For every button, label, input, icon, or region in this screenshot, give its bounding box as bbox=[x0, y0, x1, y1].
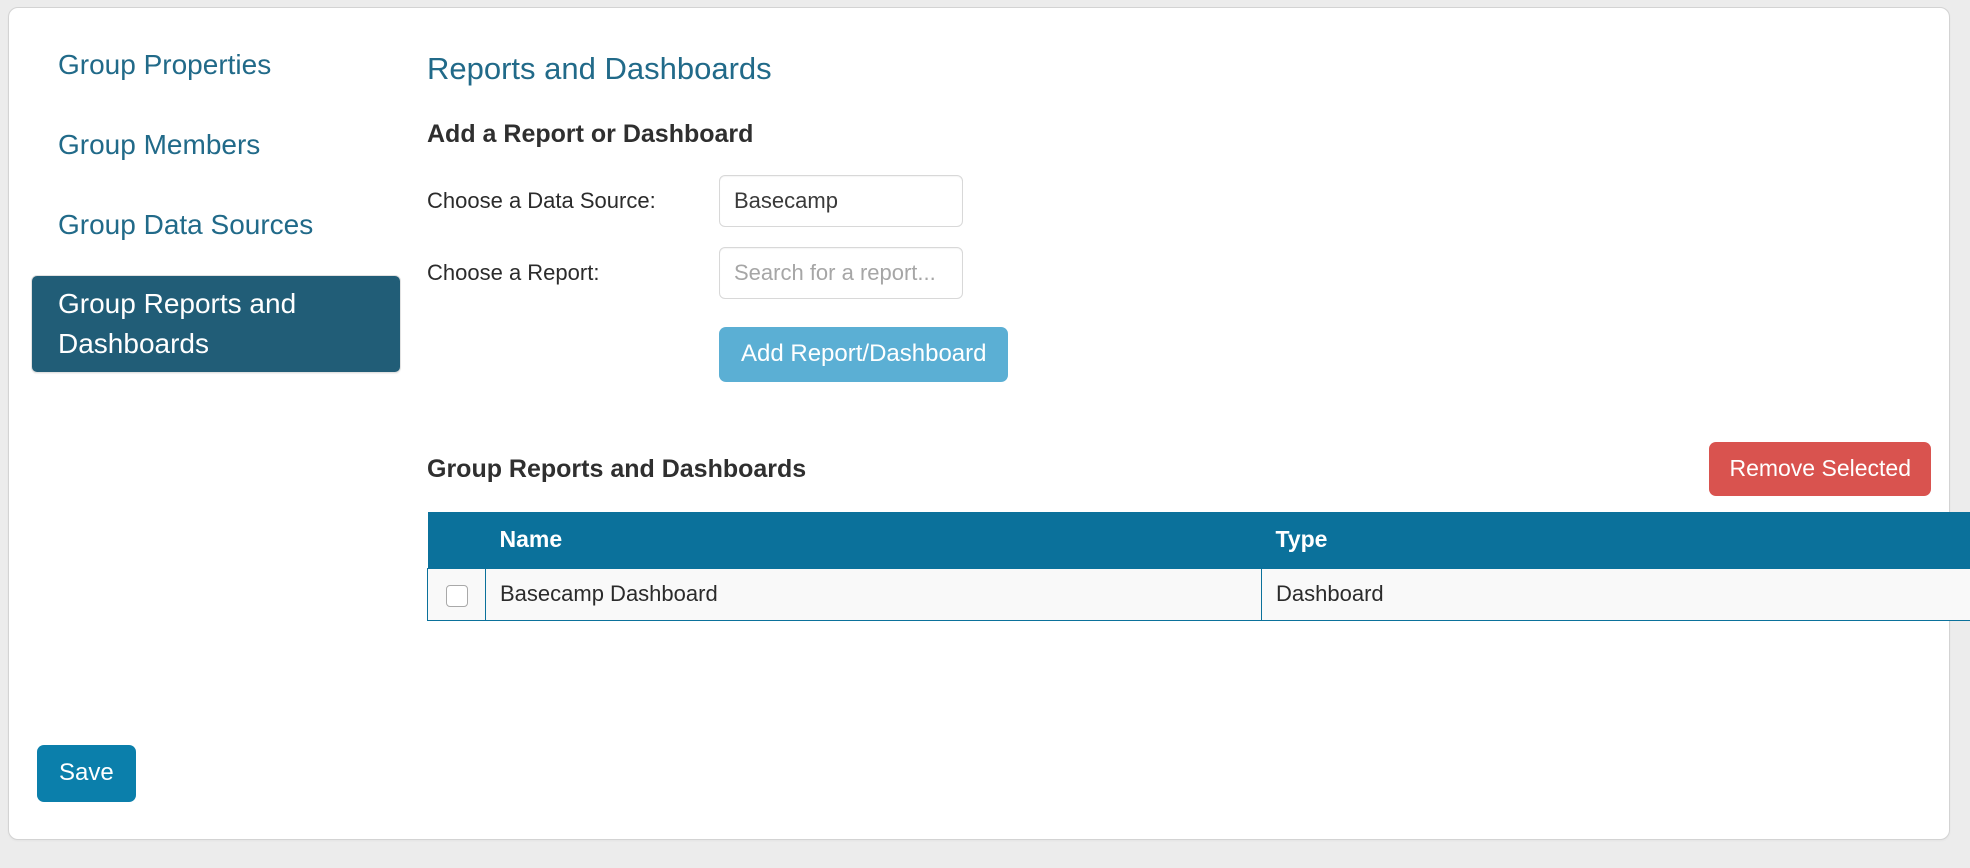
report-form-row: Choose a Report: bbox=[427, 247, 1931, 299]
row-name-cell: Basecamp Dashboard bbox=[486, 569, 1262, 621]
add-report-dashboard-button[interactable]: Add Report/Dashboard bbox=[719, 327, 1008, 382]
sidebar-item-group-reports-and-dashboards[interactable]: Group Reports and Dashboards bbox=[31, 275, 401, 373]
sidebar-item-group-data-sources[interactable]: Group Data Sources bbox=[31, 196, 401, 254]
sidebar-item-group-properties[interactable]: Group Properties bbox=[31, 36, 401, 94]
group-reports-table: Name Type Basecamp Dashboard Dashboard bbox=[427, 512, 1970, 621]
row-type-cell: Dashboard bbox=[1262, 569, 1970, 621]
table-header-row: Name Type bbox=[428, 512, 1970, 569]
column-header-name: Name bbox=[486, 512, 1262, 569]
sidebar-item-group-members[interactable]: Group Members bbox=[31, 116, 401, 174]
data-source-label: Choose a Data Source: bbox=[427, 188, 719, 214]
main-content: Reports and Dashboards Add a Report or D… bbox=[427, 50, 1931, 621]
column-header-select bbox=[428, 512, 486, 569]
row-select-cell[interactable] bbox=[428, 569, 486, 621]
table-row[interactable]: Basecamp Dashboard Dashboard bbox=[428, 569, 1970, 621]
save-button[interactable]: Save bbox=[37, 745, 136, 802]
settings-card: Group Properties Group Members Group Dat… bbox=[8, 7, 1950, 840]
table-body: Basecamp Dashboard Dashboard bbox=[428, 569, 1970, 621]
list-section-header: Group Reports and Dashboards Remove Sele… bbox=[427, 442, 1931, 496]
group-reports-heading: Group Reports and Dashboards bbox=[427, 454, 806, 484]
report-label: Choose a Report: bbox=[427, 260, 719, 286]
settings-sidebar: Group Properties Group Members Group Dat… bbox=[31, 36, 401, 395]
data-source-input[interactable] bbox=[719, 175, 963, 227]
table-head: Name Type bbox=[428, 512, 1970, 569]
add-report-section-heading: Add a Report or Dashboard bbox=[427, 119, 1931, 149]
remove-selected-button[interactable]: Remove Selected bbox=[1709, 442, 1931, 496]
page-title: Reports and Dashboards bbox=[427, 50, 1931, 87]
row-select-checkbox[interactable] bbox=[446, 585, 468, 607]
data-source-form-row: Choose a Data Source: bbox=[427, 175, 1931, 227]
column-header-type: Type bbox=[1262, 512, 1970, 569]
report-search-input[interactable] bbox=[719, 247, 963, 299]
